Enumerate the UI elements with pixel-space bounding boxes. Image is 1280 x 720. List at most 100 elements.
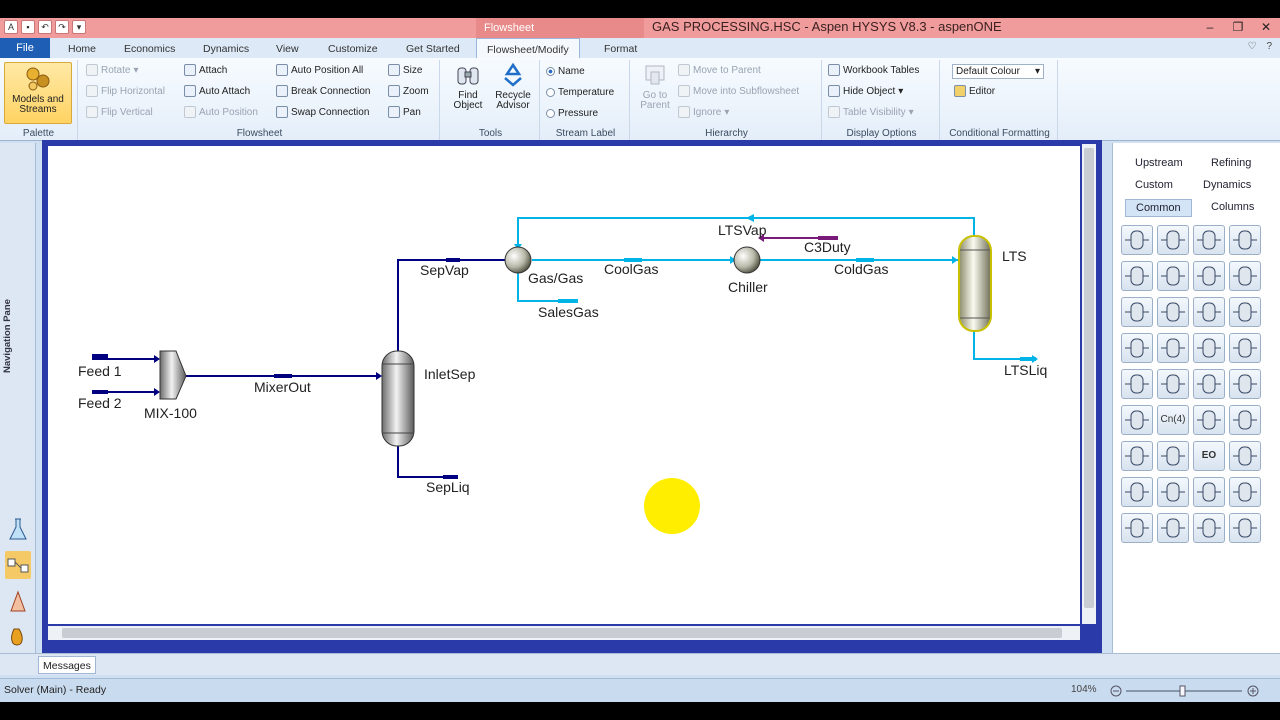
- palette-tab-columns[interactable]: Columns: [1211, 201, 1254, 213]
- column-icon[interactable]: [1229, 441, 1261, 471]
- lts-separator-unit[interactable]: [958, 235, 992, 332]
- models-and-streams-button[interactable]: Models and Streams: [4, 62, 72, 124]
- flip-horizontal-button[interactable]: Flip Horizontal: [86, 85, 165, 97]
- filter-icon[interactable]: [1121, 513, 1153, 543]
- lng-icon[interactable]: [1229, 369, 1261, 399]
- spreadsheet-icon[interactable]: [1229, 405, 1261, 435]
- label-coldgas[interactable]: ColdGas: [834, 261, 888, 277]
- expander-icon[interactable]: [1157, 297, 1189, 327]
- recycle-advisor-button[interactable]: Recycle Advisor: [490, 62, 536, 111]
- mixer-unit[interactable]: [159, 350, 187, 400]
- tab-dynamics[interactable]: Dynamics: [203, 38, 249, 58]
- label-sepliq[interactable]: SepLiq: [426, 479, 470, 495]
- palette-tab-dynamics[interactable]: Dynamics: [1203, 179, 1251, 191]
- stream-feed1[interactable]: [92, 354, 160, 363]
- energy-analysis-icon[interactable]: [5, 623, 31, 651]
- separator-icon[interactable]: [1121, 225, 1153, 255]
- auto-attach-button[interactable]: Auto Attach: [184, 85, 250, 97]
- close-icon[interactable]: ✕: [1252, 18, 1280, 36]
- attach-button[interactable]: Attach: [184, 64, 227, 76]
- ph-adjust-icon[interactable]: [1157, 513, 1189, 543]
- reboiled-absorber-icon[interactable]: [1121, 477, 1153, 507]
- plug-flow-icon[interactable]: [1229, 297, 1261, 327]
- fired-heater-icon[interactable]: [1121, 297, 1153, 327]
- label-c3duty[interactable]: C3Duty: [804, 239, 851, 255]
- heat-exchanger-icon[interactable]: [1157, 261, 1189, 291]
- subflowsheet-icon[interactable]: [1157, 441, 1189, 471]
- break-connection-button[interactable]: Break Connection: [276, 85, 371, 97]
- app-icon[interactable]: A: [4, 20, 18, 34]
- colour-scheme-select[interactable]: Default Colour ▾: [952, 64, 1044, 79]
- vertical-scrollbar[interactable]: [1082, 144, 1096, 624]
- flowsheet-canvas[interactable]: Feed 1 Feed 2 MIX-100 MixerOut InletSep …: [48, 146, 1080, 624]
- simulation-flowsheet-icon[interactable]: [5, 551, 31, 579]
- tab-file[interactable]: File: [0, 38, 50, 58]
- cyclone-icon[interactable]: [1229, 513, 1261, 543]
- palette-tab-common[interactable]: Common: [1125, 199, 1192, 217]
- pipe-segment-icon[interactable]: [1121, 405, 1153, 435]
- absorber-icon[interactable]: [1193, 369, 1225, 399]
- component-count-icon[interactable]: Cn(4): [1157, 405, 1189, 435]
- cstr-icon[interactable]: [1121, 333, 1153, 363]
- label-coolgas[interactable]: CoolGas: [604, 261, 658, 277]
- swap-connection-button[interactable]: Swap Connection: [276, 106, 369, 118]
- stream-ltsliq[interactable]: [973, 328, 1038, 363]
- heater-icon[interactable]: [1157, 333, 1189, 363]
- palette-tab-custom[interactable]: Custom: [1135, 179, 1173, 191]
- label-mixer[interactable]: MIX-100: [144, 405, 197, 421]
- label-inletsep[interactable]: InletSep: [424, 366, 476, 382]
- label-sepvap[interactable]: SepVap: [420, 262, 469, 278]
- three-phase-sep-icon[interactable]: [1157, 225, 1189, 255]
- pump-icon[interactable]: [1121, 261, 1153, 291]
- minimize-icon[interactable]: –: [1196, 18, 1224, 36]
- vertical-scroll-thumb[interactable]: [1084, 148, 1094, 608]
- stream-sepliq[interactable]: [397, 446, 458, 479]
- redo-icon[interactable]: ↷: [55, 20, 69, 34]
- customize-qat-icon[interactable]: ▾: [72, 20, 86, 34]
- stream-label-pressure-radio[interactable]: Pressure: [546, 108, 598, 119]
- stream-label-name-radio[interactable]: Name: [546, 66, 585, 77]
- go-to-parent-button[interactable]: Go to Parent: [636, 62, 674, 111]
- tank-icon[interactable]: [1193, 225, 1225, 255]
- zoom-button[interactable]: Zoom: [388, 85, 429, 97]
- zoom-slider[interactable]: [1110, 685, 1260, 697]
- tab-get-started[interactable]: Get Started: [406, 38, 460, 58]
- label-feed1[interactable]: Feed 1: [78, 363, 122, 379]
- label-ltsvap[interactable]: LTSVap: [718, 222, 767, 238]
- help-icon[interactable]: ?: [1266, 41, 1272, 52]
- find-object-button[interactable]: Find Object: [446, 62, 490, 111]
- tab-view[interactable]: View: [276, 38, 299, 58]
- mixer-icon[interactable]: [1229, 333, 1261, 363]
- properties-flask-icon[interactable]: [5, 515, 31, 543]
- tee-icon[interactable]: [1193, 333, 1225, 363]
- flip-vertical-button[interactable]: Flip Vertical: [86, 106, 153, 118]
- cooler-icon[interactable]: [1193, 261, 1225, 291]
- reactor-icon[interactable]: [1193, 297, 1225, 327]
- tab-customize[interactable]: Customize: [328, 38, 378, 58]
- move-to-parent-button[interactable]: Move to Parent: [678, 64, 761, 76]
- horizontal-scrollbar[interactable]: [48, 626, 1080, 640]
- label-mixerout[interactable]: MixerOut: [254, 379, 311, 395]
- chiller-unit[interactable]: [733, 246, 761, 274]
- ignore-button[interactable]: Ignore ▾: [678, 106, 729, 118]
- tab-flowsheet-modify[interactable]: Flowsheet/Modify: [476, 38, 580, 58]
- undo-icon[interactable]: ↶: [38, 20, 52, 34]
- three-stage-icon[interactable]: [1229, 477, 1261, 507]
- balance-icon[interactable]: [1121, 441, 1153, 471]
- palette-tab-upstream[interactable]: Upstream: [1135, 157, 1183, 169]
- inlet-separator-unit[interactable]: [381, 350, 415, 447]
- eo-icon[interactable]: EO: [1193, 441, 1225, 471]
- label-gasgas[interactable]: Gas/Gas: [528, 270, 583, 286]
- navigation-pane-label[interactable]: Navigation Pane: [2, 299, 13, 373]
- heart-icon[interactable]: ♡: [1247, 41, 1256, 52]
- auto-position-button[interactable]: Auto Position: [184, 106, 258, 118]
- compressor-icon[interactable]: [1229, 225, 1261, 255]
- restore-icon[interactable]: ❐: [1224, 18, 1252, 36]
- save-icon[interactable]: ▪: [21, 20, 35, 34]
- tab-economics[interactable]: Economics: [124, 38, 175, 58]
- move-into-subflowsheet-button[interactable]: Move into Subflowsheet: [678, 85, 799, 97]
- label-salesgas[interactable]: SalesGas: [538, 304, 599, 320]
- pan-button[interactable]: Pan: [388, 106, 421, 118]
- rotate-button[interactable]: Rotate ▾: [86, 64, 139, 76]
- safety-analysis-icon[interactable]: [5, 587, 31, 615]
